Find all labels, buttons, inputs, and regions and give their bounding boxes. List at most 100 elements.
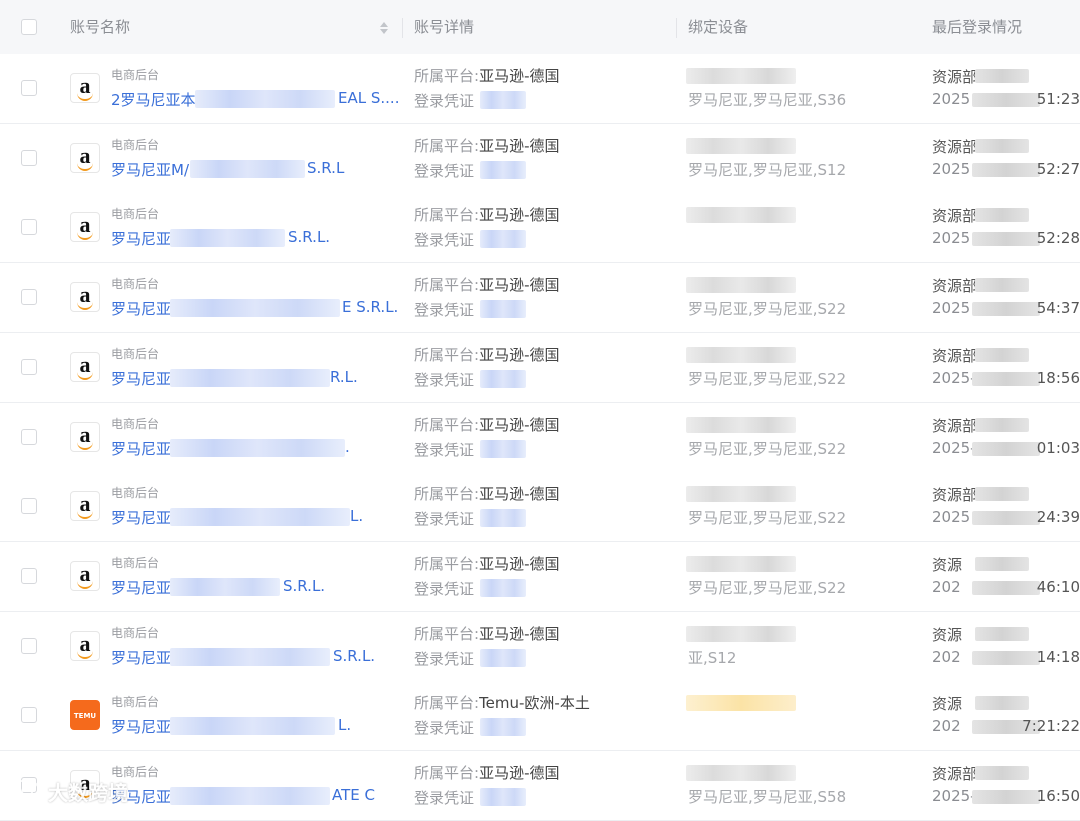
column-divider (402, 18, 403, 38)
account-category: 电商后台 (111, 556, 160, 570)
row-checkbox[interactable] (21, 707, 37, 723)
table-row[interactable]: a 电商后台 罗马尼亚 S.R.L. 所属平台:亚马逊-德国 登录凭证 资源部 … (0, 193, 1080, 263)
platform-line: 所属平台:亚马逊-德国 (414, 553, 559, 574)
table-row[interactable]: a 电商后台 2罗马尼亚本 EAL S.... 所属平台:亚马逊-德国 登录凭证… (0, 54, 1080, 124)
masked-credential[interactable] (480, 788, 526, 806)
masked-text (170, 508, 350, 526)
platform-value: 亚马逊-德国 (479, 555, 560, 573)
row-checkbox[interactable] (21, 429, 37, 445)
platform-label: 所属平台: (414, 206, 480, 224)
table-row[interactable]: a 电商后台 罗马尼亚 . 所属平台:亚马逊-德国 登录凭证 罗马尼亚,罗马尼亚… (0, 403, 1080, 473)
account-name-link[interactable]: 罗马尼亚 (111, 716, 171, 737)
masked-login-user (975, 487, 1029, 501)
platform-value: 亚马逊-德国 (479, 137, 560, 155)
masked-device-id (686, 347, 796, 363)
platform-value: 亚马逊-德国 (479, 485, 560, 503)
login-time-prefix: 2025 (932, 229, 971, 247)
account-name-suffix[interactable]: S.R.L. (333, 647, 375, 665)
account-name-link[interactable]: 罗马尼亚 (111, 298, 171, 319)
column-header-name[interactable]: 账号名称 (70, 0, 130, 54)
masked-credential[interactable] (480, 300, 526, 318)
credential-line: 登录凭证 (414, 508, 474, 529)
account-name-suffix[interactable]: . (345, 438, 350, 456)
row-checkbox[interactable] (21, 638, 37, 654)
credential-line: 登录凭证 (414, 90, 474, 111)
platform-line: 所属平台:亚马逊-德国 (414, 274, 559, 295)
masked-credential[interactable] (480, 161, 526, 179)
account-name-suffix[interactable]: EAL S.... (338, 89, 399, 107)
masked-device-id (686, 417, 796, 433)
device-location: 罗马尼亚,罗马尼亚,S22 (688, 300, 847, 318)
credential-label: 登录凭证 (414, 371, 475, 389)
account-name-link[interactable]: 罗马尼亚 (111, 438, 171, 459)
account-name-link[interactable]: 罗马尼亚 (111, 577, 171, 598)
row-checkbox[interactable] (21, 498, 37, 514)
platform-value: 亚马逊-德国 (479, 67, 560, 85)
platform-label: 所属平台: (414, 137, 480, 155)
account-name-link[interactable]: 罗马尼亚 (111, 228, 171, 249)
account-name-link[interactable]: 2罗马尼亚本 (111, 89, 196, 110)
masked-login-time (972, 93, 1040, 107)
account-name-suffix[interactable]: E S.R.L. (342, 298, 398, 316)
account-name-suffix[interactable]: S.R.L (307, 159, 344, 177)
row-checkbox[interactable] (21, 80, 37, 96)
login-user: 资源部 (932, 486, 978, 504)
table-row[interactable]: a 电商后台 罗马尼亚 S.R.L. 所属平台:亚马逊-德国 登录凭证 罗马尼亚… (0, 542, 1080, 612)
account-name-link[interactable]: 罗马尼亚 (111, 507, 171, 528)
account-name-suffix[interactable]: ATE C (332, 786, 375, 804)
account-name-suffix[interactable]: L. (350, 507, 363, 525)
table-row[interactable]: a 电商后台 罗马尼亚 R.L. 所属平台:亚马逊-德国 登录凭证 罗马尼亚,罗… (0, 333, 1080, 403)
row-checkbox[interactable] (21, 150, 37, 166)
logo-text: TEMU (73, 712, 97, 720)
platform-line: 所属平台:亚马逊-德国 (414, 623, 559, 644)
account-category: 电商后台 (111, 417, 160, 431)
amazon-logo-icon: a (70, 73, 100, 103)
table-row[interactable]: a 电商后台 罗马尼亚 ATE C 所属平台:亚马逊-德国 登录凭证 罗马尼亚,… (0, 751, 1080, 821)
watermark-text: 大数跨境 (48, 780, 128, 805)
platform-line: 所属平台:亚马逊-德国 (414, 65, 559, 86)
table-row[interactable]: a 电商后台 罗马尼亚 E S.R.L. 所属平台:亚马逊-德国 登录凭证 罗马… (0, 263, 1080, 333)
masked-credential[interactable] (480, 230, 526, 248)
masked-credential[interactable] (480, 579, 526, 597)
device-location: 罗马尼亚,罗马尼亚,S22 (688, 440, 847, 458)
platform-label: 所属平台: (414, 694, 480, 712)
account-name-link[interactable]: 罗马尼亚M/ (111, 159, 189, 180)
amazon-logo-icon: a (70, 422, 100, 452)
row-checkbox[interactable] (21, 568, 37, 584)
masked-credential[interactable] (480, 718, 526, 736)
masked-text (195, 90, 335, 108)
credential-label: 登录凭证 (414, 719, 475, 737)
account-name-link[interactable]: 罗马尼亚 (111, 368, 171, 389)
table-row[interactable]: a 电商后台 罗马尼亚 S.R.L. 所属平台:亚马逊-德国 登录凭证 亚,S1… (0, 612, 1080, 682)
masked-login-time (972, 581, 1040, 595)
sort-icon[interactable] (380, 21, 390, 35)
row-checkbox[interactable] (21, 289, 37, 305)
account-name-suffix[interactable]: R.L. (330, 368, 358, 386)
account-name-link[interactable]: 罗马尼亚 (111, 647, 171, 668)
credential-label: 登录凭证 (414, 162, 475, 180)
login-time-suffix: 46:10 (1036, 578, 1080, 596)
login-time-prefix: 202 (932, 578, 961, 596)
select-all-checkbox[interactable] (21, 19, 37, 35)
masked-credential[interactable] (480, 91, 526, 109)
masked-credential[interactable] (480, 649, 526, 667)
account-category: 电商后台 (111, 207, 160, 221)
table-row[interactable]: a 电商后台 罗马尼亚 L. 所属平台:亚马逊-德国 登录凭证 罗马尼亚,罗马尼… (0, 472, 1080, 542)
login-time-suffix: 14:18 (1036, 648, 1080, 666)
masked-login-user (975, 696, 1029, 710)
account-name-suffix[interactable]: L. (338, 716, 351, 734)
table-row[interactable]: a 电商后台 罗马尼亚M/ S.R.L 所属平台:亚马逊-德国 登录凭证 罗马尼… (0, 124, 1080, 194)
row-checkbox[interactable] (21, 359, 37, 375)
amazon-logo-icon: a (70, 282, 100, 312)
masked-credential[interactable] (480, 509, 526, 527)
table-row[interactable]: TEMU 电商后台 罗马尼亚 L. 所属平台:Temu-欧洲-本土 登录凭证 资… (0, 681, 1080, 751)
login-time-suffix: 01:03 (1036, 439, 1080, 457)
masked-credential[interactable] (480, 370, 526, 388)
row-checkbox[interactable] (21, 219, 37, 235)
masked-credential[interactable] (480, 440, 526, 458)
login-user: 资源部 (932, 417, 978, 435)
account-name-suffix[interactable]: S.R.L. (283, 577, 325, 595)
credential-label: 登录凭证 (414, 789, 475, 807)
account-name-suffix[interactable]: S.R.L. (288, 228, 330, 246)
platform-label: 所属平台: (414, 67, 480, 85)
